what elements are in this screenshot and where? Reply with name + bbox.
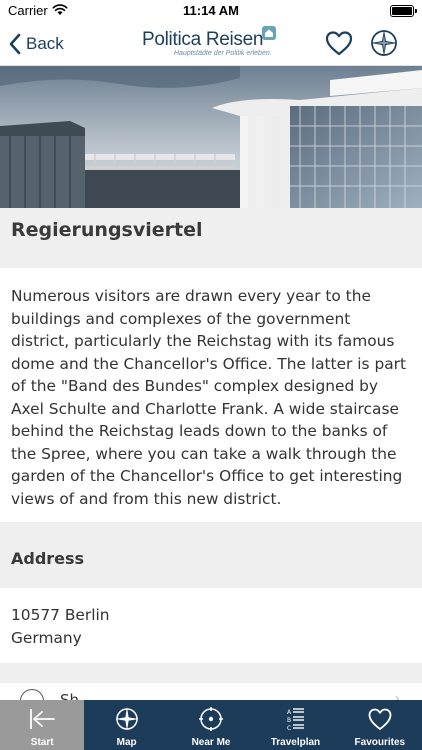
tab-favourites-label: Favourites <box>354 737 406 748</box>
tab-travelplan[interactable]: A B C Travelplan <box>253 700 337 750</box>
address-section-header: Address <box>0 522 422 588</box>
start-icon <box>30 709 56 729</box>
brand-logo: Politica Reisen Hauptstädte der Politik … <box>142 26 282 62</box>
svg-text:A: A <box>287 709 292 716</box>
back-button[interactable]: Back <box>8 30 64 58</box>
place-title-block: Regierungsviertel <box>0 208 422 268</box>
crosshair-icon <box>199 707 224 731</box>
address-text: 10577 Berlin Germany <box>11 604 110 649</box>
tab-near-me-label: Near Me <box>191 737 231 748</box>
clock: 11:14 AM <box>183 3 239 18</box>
back-label: Back <box>26 34 64 53</box>
tab-bar: Start Map Near Me A B C Travelplan Favou… <box>0 700 422 750</box>
tab-travelplan-label: Travelplan <box>270 737 321 748</box>
status-bar: Carrier 11:14 AM <box>0 0 422 22</box>
address-heading: Address <box>11 549 85 568</box>
tab-map-label: Map <box>116 737 137 748</box>
navigation-bar: Back Politica Reisen Hauptstädte der Pol… <box>0 22 422 66</box>
tab-near-me[interactable]: Near Me <box>169 700 253 750</box>
compass-icon <box>114 707 139 731</box>
tab-start[interactable]: Start <box>0 700 85 750</box>
heart-icon <box>368 708 392 730</box>
section-divider <box>0 663 422 683</box>
address-line-2: Germany <box>11 628 82 647</box>
favourite-heart-button[interactable] <box>325 30 353 58</box>
travelplan-icon: A B C <box>287 708 305 732</box>
tab-map[interactable]: Map <box>84 700 168 750</box>
address-line-1: 10577 Berlin <box>11 606 110 624</box>
chevron-left-icon <box>9 33 21 55</box>
brand-name: Politica Reisen <box>142 29 264 50</box>
place-title: Regierungsviertel <box>11 219 203 241</box>
compass-button[interactable] <box>369 28 399 58</box>
brand-tagline: Hauptstädte der Politik erleben. <box>174 50 272 57</box>
place-description: Numerous visitors are drawn every year t… <box>11 287 407 508</box>
tab-favourites[interactable]: Favourites <box>338 700 422 750</box>
svg-text:C: C <box>287 725 291 732</box>
hero-photo <box>0 66 422 208</box>
battery-icon <box>390 5 417 17</box>
svg-text:B: B <box>287 717 291 724</box>
house-logo-icon <box>262 26 276 40</box>
tab-start-label: Start <box>30 737 54 748</box>
